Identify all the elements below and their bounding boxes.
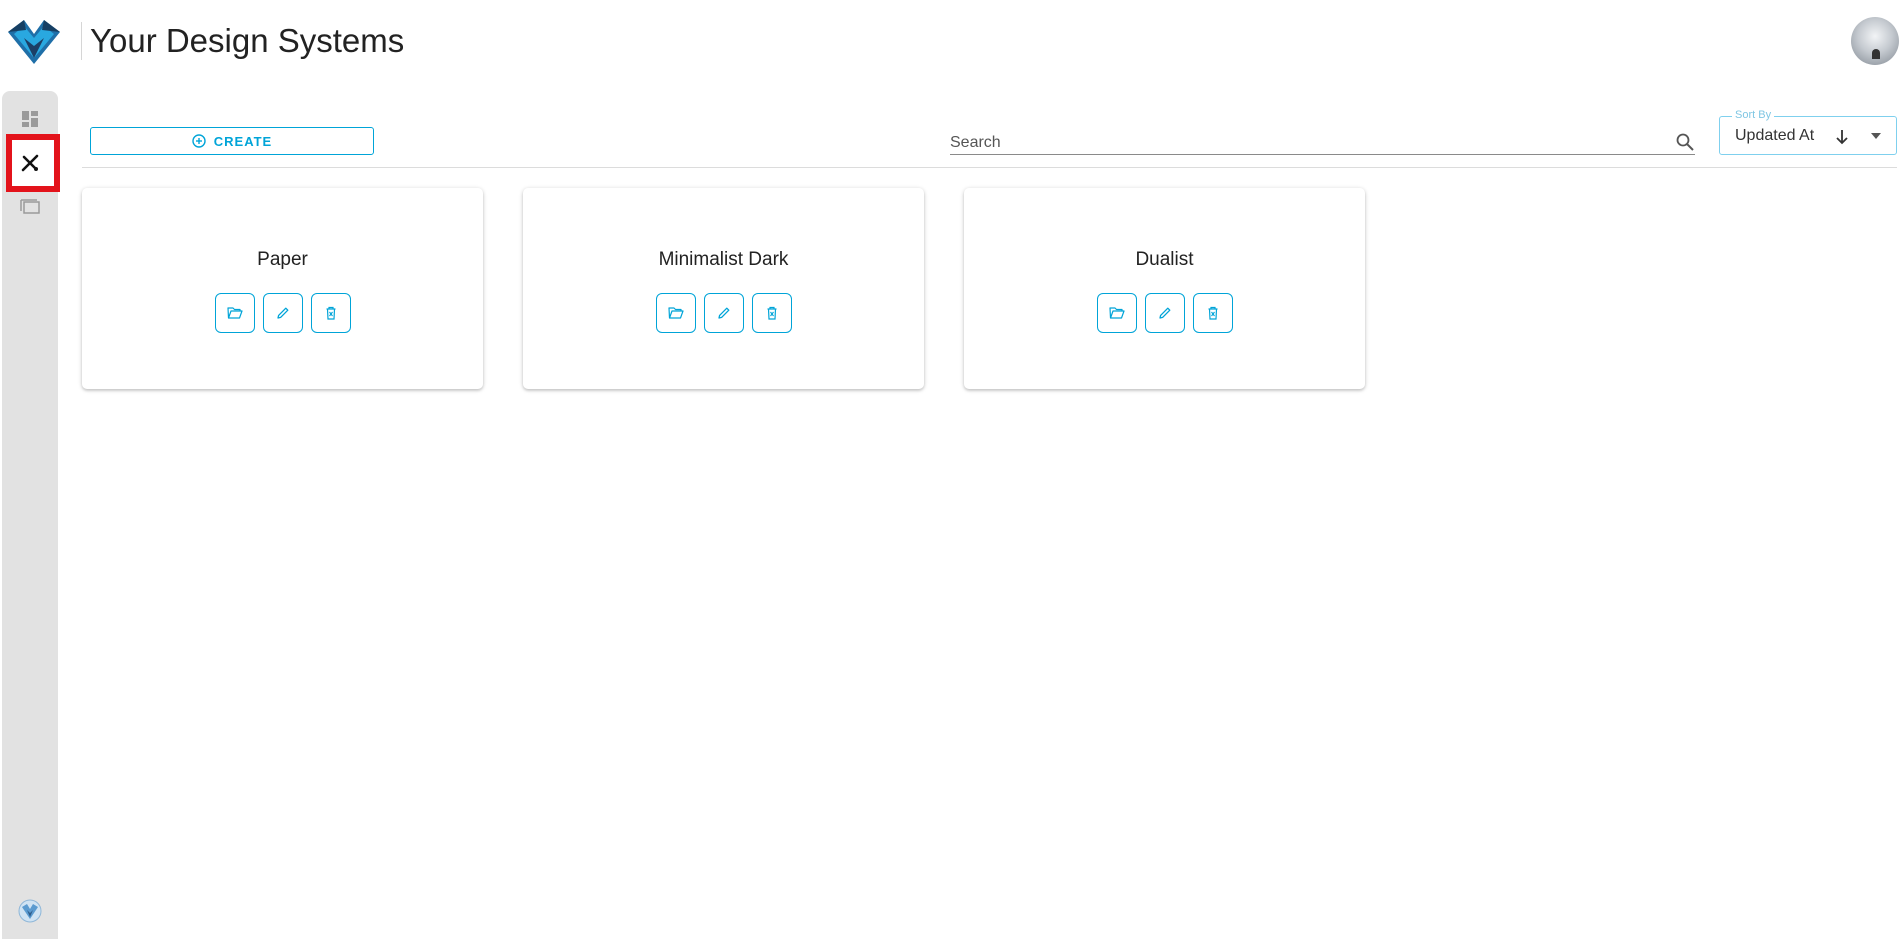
create-button-label: CREATE bbox=[213, 133, 273, 149]
edit-button[interactable] bbox=[1144, 293, 1185, 333]
sort-by-value: Updated At bbox=[1735, 127, 1815, 144]
trash-icon bbox=[326, 306, 335, 320]
design-system-card: Dualist bbox=[964, 188, 1365, 389]
pencil-icon bbox=[717, 307, 729, 319]
sort-by-select[interactable]: Sort By Updated At bbox=[1719, 109, 1897, 155]
pencil-icon bbox=[1158, 307, 1170, 319]
card-actions bbox=[82, 293, 483, 333]
header-divider bbox=[81, 22, 82, 60]
delete-button[interactable] bbox=[1192, 293, 1233, 333]
card-title: Minimalist Dark bbox=[658, 249, 789, 270]
open-button[interactable] bbox=[655, 293, 696, 333]
arrow-down-icon[interactable] bbox=[1833, 127, 1851, 147]
sidebar bbox=[2, 91, 60, 939]
user-avatar[interactable] bbox=[1851, 17, 1899, 65]
card-title: Paper bbox=[257, 249, 308, 270]
card-title: Dualist bbox=[1135, 249, 1194, 270]
sidebar-item-dashboard[interactable] bbox=[16, 105, 44, 133]
avatar-figure bbox=[1872, 49, 1880, 59]
sort-by-label: Sort By bbox=[1732, 109, 1775, 122]
folder-open-icon bbox=[667, 307, 684, 319]
pencil-icon bbox=[276, 307, 288, 319]
trash-icon bbox=[767, 306, 776, 320]
open-button[interactable] bbox=[214, 293, 255, 333]
design-system-card: Paper bbox=[82, 188, 483, 389]
folder-open-icon bbox=[1108, 307, 1125, 319]
design-system-card: Minimalist Dark bbox=[523, 188, 924, 389]
trash-icon bbox=[1208, 306, 1217, 320]
projects-icon bbox=[20, 199, 40, 214]
sidebar-item-projects[interactable] bbox=[16, 192, 44, 220]
search-icon[interactable] bbox=[1675, 132, 1695, 152]
fox-logo-icon[interactable] bbox=[6, 16, 62, 66]
open-button[interactable] bbox=[1096, 293, 1137, 333]
fox-badge-icon[interactable] bbox=[18, 899, 42, 923]
toolbar-divider bbox=[82, 167, 1897, 168]
create-button[interactable]: CREATE bbox=[90, 127, 374, 155]
sidebar-item-design-systems[interactable] bbox=[16, 149, 44, 177]
dashboard-icon bbox=[22, 111, 38, 127]
delete-button[interactable] bbox=[310, 293, 351, 333]
search-field bbox=[950, 128, 1695, 155]
caret-down-icon[interactable] bbox=[1870, 132, 1882, 140]
card-actions bbox=[964, 293, 1365, 333]
add-circle-icon bbox=[192, 134, 206, 148]
app-header: Your Design Systems bbox=[0, 0, 1902, 84]
edit-button[interactable] bbox=[262, 293, 303, 333]
folder-open-icon bbox=[226, 307, 243, 319]
delete-button[interactable] bbox=[751, 293, 792, 333]
search-input[interactable] bbox=[950, 132, 1650, 154]
design-tools-icon bbox=[21, 154, 39, 172]
edit-button[interactable] bbox=[703, 293, 744, 333]
page-title: Your Design Systems bbox=[90, 22, 405, 59]
card-actions bbox=[523, 293, 924, 333]
